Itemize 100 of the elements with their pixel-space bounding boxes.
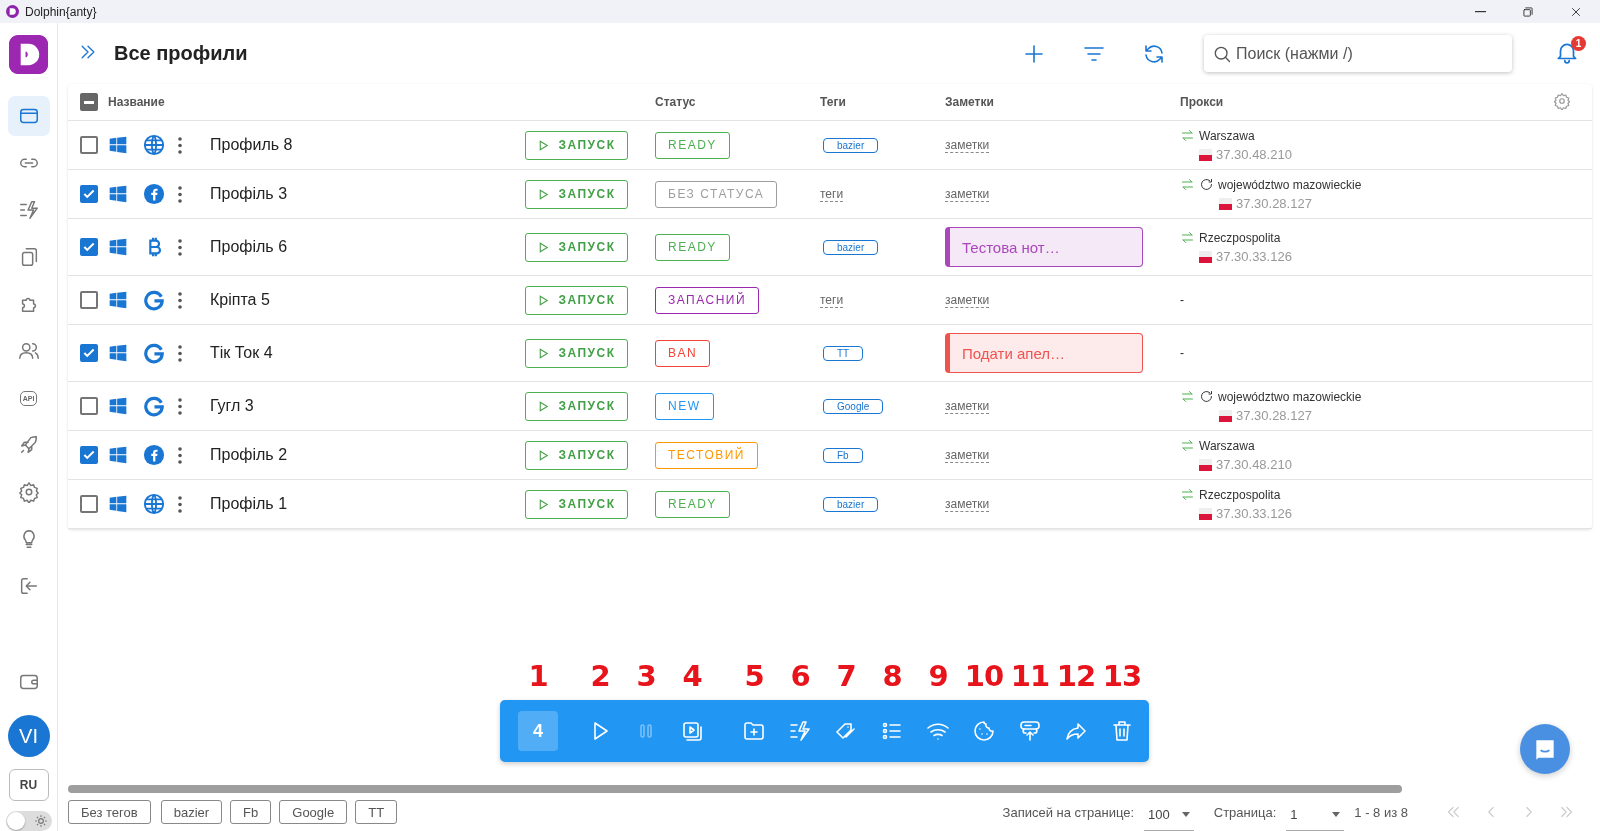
theme-toggle[interactable]: [5, 811, 52, 831]
proxy-ip: 37.30.33.126: [1216, 506, 1292, 521]
per-page-label: Записей на странице:: [1002, 804, 1135, 820]
column-header[interactable]: Теги: [820, 95, 846, 109]
poland-flag-icon: [1219, 409, 1232, 422]
page-select[interactable]: 1: [1286, 803, 1345, 831]
launch-button[interactable]: ЗАПУСК: [525, 179, 628, 209]
launch-button[interactable]: ЗАПУСК: [525, 232, 628, 262]
more-vertical-icon[interactable]: [178, 238, 182, 256]
video-stack-icon: [680, 719, 704, 743]
status-badge[interactable]: NEW: [655, 392, 714, 420]
swap-arrows-icon: [1180, 177, 1195, 192]
user-avatar[interactable]: VI: [7, 715, 50, 757]
launch-button[interactable]: ЗАПУСК: [525, 440, 628, 470]
column-header[interactable]: Название: [108, 95, 165, 109]
tag-filter-chip[interactable]: TT: [355, 800, 398, 824]
note-card[interactable]: Тестова нот…: [945, 227, 1143, 267]
row-checkbox[interactable]: [80, 136, 98, 154]
tags-placeholder[interactable]: теги: [820, 186, 844, 202]
windows-icon: [108, 184, 128, 204]
row-checkbox[interactable]: [80, 185, 98, 203]
more-vertical-icon[interactable]: [178, 344, 182, 362]
tags-placeholder[interactable]: теги: [820, 292, 844, 308]
chat-button[interactable]: [1520, 724, 1570, 774]
notes-placeholder[interactable]: заметки: [945, 398, 990, 414]
profile-name[interactable]: Профіль 6: [210, 238, 288, 256]
annotation-number: 11: [1010, 659, 1050, 693]
profile-name[interactable]: Гугл 3: [210, 397, 254, 415]
annotation-number: 10: [964, 659, 1004, 693]
profile-name[interactable]: Кріпта 5: [210, 291, 270, 309]
row-checkbox[interactable]: [80, 238, 98, 256]
row-checkbox[interactable]: [80, 495, 98, 513]
launch-button[interactable]: ЗАПУСК: [525, 391, 628, 421]
column-header[interactable]: Заметки: [945, 95, 994, 109]
column-header[interactable]: Прокси: [1180, 95, 1224, 109]
more-vertical-icon[interactable]: [178, 185, 182, 203]
select-all-checkbox[interactable]: [80, 93, 98, 111]
app-logo-icon[interactable]: [9, 35, 48, 74]
profile-name[interactable]: Профиль 8: [210, 136, 293, 154]
refresh-icon: [1199, 389, 1214, 404]
launch-button[interactable]: ЗАПУСК: [525, 489, 628, 519]
row-checkbox[interactable]: [80, 344, 98, 362]
play-icon: [537, 448, 551, 462]
profile-name[interactable]: Профіль 1: [210, 495, 288, 513]
proxy-empty: -: [1180, 293, 1184, 307]
search-field[interactable]: Поиск (нажми /): [1204, 35, 1512, 72]
more-vertical-icon[interactable]: [178, 446, 182, 464]
status-badge[interactable]: ЗАПАСНИЙ: [655, 286, 760, 314]
tag-chip[interactable]: TT: [823, 345, 864, 361]
tag-filter-chip[interactable]: Fb: [230, 800, 272, 824]
globe-icon: [143, 134, 165, 156]
tag-chip[interactable]: Google: [823, 398, 884, 414]
restore-icon: [1521, 4, 1535, 19]
windows-icon: [108, 396, 128, 416]
tag-filter-chip[interactable]: Google: [279, 800, 348, 824]
annotation-number: 1: [528, 659, 548, 693]
sidebar-item[interactable]: [7, 96, 50, 136]
profile-name[interactable]: Профіль 2: [210, 446, 288, 464]
more-vertical-icon[interactable]: [178, 397, 182, 415]
poland-flag-icon: [1199, 250, 1212, 263]
annotation-number: 9: [928, 659, 948, 693]
profile-name[interactable]: Тік Ток 4: [210, 344, 273, 362]
column-header[interactable]: Статус: [655, 95, 696, 109]
windows-icon: [108, 343, 128, 363]
notes-placeholder[interactable]: заметки: [945, 447, 990, 463]
more-vertical-icon[interactable]: [178, 136, 182, 154]
scrollbar-thumb[interactable]: [68, 785, 1402, 793]
launch-button[interactable]: ЗАПУСК: [525, 338, 628, 368]
tag-chip[interactable]: bazier: [823, 496, 879, 512]
notes-placeholder[interactable]: заметки: [945, 137, 990, 153]
notes-placeholder[interactable]: заметки: [945, 292, 990, 308]
play-icon: [537, 293, 551, 307]
folder-plus-icon: [742, 719, 766, 743]
language-button[interactable]: RU: [8, 769, 49, 801]
google-icon: [143, 289, 165, 311]
notes-placeholder[interactable]: заметки: [945, 496, 990, 512]
google-icon: [143, 395, 165, 417]
launch-button[interactable]: ЗАПУСК: [525, 285, 628, 315]
tag-filter-chip[interactable]: Без тегов: [68, 800, 151, 824]
notes-placeholder[interactable]: заметки: [945, 186, 990, 202]
tag-chip[interactable]: bazier: [823, 239, 879, 255]
poland-flag-icon: [1199, 148, 1212, 161]
more-vertical-icon[interactable]: [178, 495, 182, 513]
status-badge[interactable]: BAN: [655, 339, 711, 367]
launch-button[interactable]: ЗАПУСК: [525, 130, 628, 160]
annotation-number: 2: [590, 659, 610, 693]
proxy-empty: -: [1180, 346, 1184, 360]
row-checkbox[interactable]: [80, 446, 98, 464]
more-vertical-icon[interactable]: [178, 291, 182, 309]
tag-chip[interactable]: bazier: [823, 137, 879, 153]
checkmark-icon: [82, 448, 96, 462]
annotation-number: 7: [836, 659, 856, 693]
tag-filter-chip[interactable]: bazier: [160, 800, 223, 824]
proxy-name: Warszawa: [1199, 128, 1255, 143]
row-checkbox[interactable]: [80, 291, 98, 309]
row-checkbox[interactable]: [80, 397, 98, 415]
per-page-select[interactable]: 100: [1144, 803, 1194, 831]
profile-name[interactable]: Профіль 3: [210, 185, 288, 203]
dropdown-caret-icon: [1181, 812, 1190, 817]
tag-chip[interactable]: Fb: [823, 447, 863, 463]
